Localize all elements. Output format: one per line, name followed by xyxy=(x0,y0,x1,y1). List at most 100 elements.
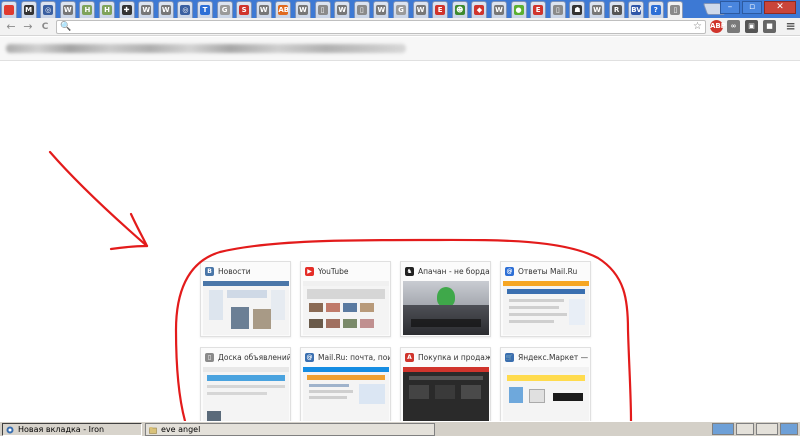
bookmarks-bar xyxy=(0,37,800,61)
browser-tab[interactable]: ☻ xyxy=(451,1,468,18)
lock-icon[interactable]: ■ xyxy=(763,20,776,33)
preview-block xyxy=(309,396,347,399)
back-button[interactable]: ← xyxy=(4,20,18,34)
browser-tab[interactable]: ▯ xyxy=(353,1,370,18)
browser-tab[interactable]: ▯ xyxy=(314,1,331,18)
tray-indicator[interactable] xyxy=(736,423,754,435)
forward-button[interactable]: → xyxy=(21,20,35,34)
tile-header: ♞ Апачан - не борда ( xyxy=(401,262,490,280)
cart-icon: 🛒 xyxy=(505,352,514,362)
chain-icon[interactable]: ∞ xyxy=(727,20,740,33)
document-icon: ▯ xyxy=(552,5,563,15)
tray-indicator[interactable] xyxy=(756,423,778,435)
preview-block xyxy=(507,375,585,381)
preview-block xyxy=(360,303,374,312)
browser-tab[interactable]: ✚ xyxy=(118,1,135,18)
preview-block xyxy=(271,290,285,320)
document-icon: ▯ xyxy=(205,352,214,362)
menu-icon[interactable]: ≡ xyxy=(784,20,797,33)
ab-icon: AB xyxy=(278,5,289,15)
preview-block xyxy=(553,393,583,401)
tile-preview xyxy=(403,281,489,335)
tray-indicator[interactable] xyxy=(712,423,734,435)
preview-block xyxy=(307,375,385,380)
maximize-button[interactable]: ▫ xyxy=(742,1,762,14)
browser-tab[interactable]: W xyxy=(334,1,351,18)
s-icon: S xyxy=(239,5,250,15)
bookmark-star-icon[interactable]: ☆ xyxy=(693,21,702,33)
tray-indicator[interactable] xyxy=(780,423,798,435)
browser-tab[interactable]: W xyxy=(59,1,76,18)
browser-tab[interactable]: ☗ xyxy=(569,1,586,18)
browser-tab[interactable]: ▯ xyxy=(549,1,566,18)
browser-tab[interactable]: E xyxy=(432,1,449,18)
reload-button[interactable]: C xyxy=(38,20,52,34)
browser-tab[interactable]: H xyxy=(99,1,115,18)
browser-tab[interactable]: W xyxy=(589,1,605,18)
browser-tab[interactable]: W xyxy=(157,1,174,18)
adblock-icon[interactable]: ABP xyxy=(710,20,726,33)
browser-tab[interactable]: W xyxy=(138,1,155,18)
most-visited-tile[interactable]: ▯ Доска объявлений о xyxy=(200,347,291,423)
taskbar-item-eve-angel[interactable]: eve angel xyxy=(145,423,435,436)
browser-tab[interactable]: AB xyxy=(275,1,292,18)
tile-preview xyxy=(503,367,589,421)
browser-tab[interactable]: ? xyxy=(647,1,664,18)
tile-preview xyxy=(503,281,589,335)
browser-tab[interactable]: H xyxy=(79,1,96,18)
browser-tab[interactable] xyxy=(1,1,17,18)
document-icon: ▯ xyxy=(670,5,681,15)
preview-block xyxy=(209,290,223,320)
wikipedia-icon: W xyxy=(337,5,348,15)
most-visited-tile[interactable]: @ Mail.Ru: почта, поис xyxy=(300,347,391,423)
preview-block xyxy=(207,411,221,421)
taskbar-item-label: eve angel xyxy=(161,425,201,434)
bv-icon: BV xyxy=(631,5,642,15)
browser-tab[interactable]: W xyxy=(412,1,429,18)
bar-icon: M xyxy=(23,5,34,15)
browser-tab[interactable]: BV xyxy=(628,1,645,18)
preview-block xyxy=(203,367,289,372)
tile-title: Ответы Mail.Ru xyxy=(518,266,578,276)
preview-block xyxy=(409,385,429,399)
browser-tab[interactable]: W xyxy=(491,1,507,18)
browser-tab[interactable]: ◎ xyxy=(40,1,57,18)
preview-block xyxy=(309,319,323,328)
preview-block xyxy=(231,307,249,329)
browser-tab[interactable]: G xyxy=(393,1,409,18)
puzzle-icon[interactable]: ▣ xyxy=(745,20,758,33)
preview-block xyxy=(303,281,389,286)
most-visited-tile[interactable]: ▶ YouTube xyxy=(300,261,391,337)
e-icon: E xyxy=(435,5,446,15)
minimize-button[interactable]: – xyxy=(720,1,740,14)
browser-tab[interactable]: ◆ xyxy=(471,1,488,18)
most-visited-tile[interactable]: ♞ Апачан - не борда ( xyxy=(400,261,491,337)
most-visited-tile[interactable]: @ Ответы Mail.Ru xyxy=(500,261,591,337)
most-visited-tile[interactable]: 🛒 Яндекс.Маркет — по xyxy=(500,347,591,423)
browser-tab[interactable]: E xyxy=(530,1,547,18)
tile-preview xyxy=(303,281,389,335)
browser-tab[interactable]: S xyxy=(236,1,253,18)
most-visited-tile[interactable]: A Покупка и продажа xyxy=(400,347,491,423)
close-window-button[interactable]: ✕ xyxy=(764,1,796,14)
youtube-icon: ▶ xyxy=(305,266,314,276)
taskbar-item-iron[interactable]: Новая вкладка - Iron xyxy=(2,423,142,436)
tile-title: Доска объявлений о xyxy=(218,352,290,362)
browser-tab[interactable]: R xyxy=(608,1,625,18)
browser-tab[interactable]: W xyxy=(295,1,311,18)
preview-block xyxy=(227,290,267,298)
browser-tab[interactable]: ● xyxy=(510,1,527,18)
preview-block xyxy=(437,287,455,307)
most-visited-tile[interactable]: B Новости xyxy=(200,261,291,337)
browser-tab[interactable]: W xyxy=(373,1,390,18)
preview-block xyxy=(509,320,554,323)
gear-icon: ◎ xyxy=(43,5,54,15)
browser-tab[interactable]: G xyxy=(216,1,233,18)
wikipedia-icon: W xyxy=(298,5,308,15)
browser-tab[interactable]: W xyxy=(255,1,272,18)
browser-tab[interactable]: ◎ xyxy=(177,1,194,18)
browser-tab[interactable]: T xyxy=(197,1,213,18)
browser-tab[interactable]: M xyxy=(20,1,37,18)
browser-tab[interactable]: ▯ xyxy=(667,1,684,18)
address-bar[interactable]: 🔍 ☆ xyxy=(56,20,706,34)
